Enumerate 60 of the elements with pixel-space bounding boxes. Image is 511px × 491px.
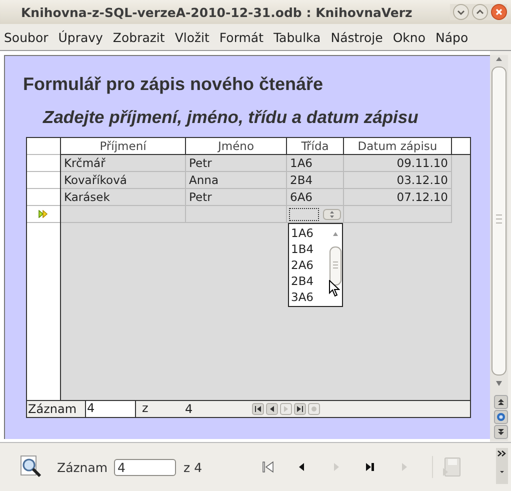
dropdown-option[interactable]: 1B4 [291,241,329,257]
menu-item[interactable]: Zobrazit [108,30,170,44]
previous-page-icon[interactable] [494,395,508,409]
table-cell: 07.12.10 [344,189,452,206]
column-header[interactable]: Datum zápisu [344,138,452,154]
next-page-icon[interactable] [494,425,508,439]
minimize-icon[interactable] [453,4,469,20]
toolbar-overflow-button[interactable] [496,448,508,484]
table-cell: Kovaříková [61,172,186,189]
dropdown-option[interactable]: 2A6 [291,257,329,273]
dropdown-option[interactable]: 3A6 [291,289,329,305]
table-cell[interactable] [61,206,186,223]
maximize-icon[interactable] [472,4,488,20]
menu-item[interactable]: Tabulka [268,30,326,44]
column-header[interactable]: Příjmení [61,138,186,154]
menu-item[interactable]: Vložit [170,30,214,44]
record-count: z 4 [184,460,202,474]
record-label: Záznam [57,460,108,474]
window-title: Knihovna-z-SQL-verzeA-2010-12-31.odb : KnihovnaVerz [21,4,412,20]
last-record-icon[interactable] [364,461,376,473]
table-cell: Petr [186,189,287,206]
mouse-cursor-icon [329,280,340,297]
table-cell[interactable] [186,206,287,223]
table-cell: Krčmář [61,155,186,172]
table-cell: Petr [186,155,287,172]
search-icon[interactable] [19,455,43,479]
record-number-field[interactable]: 4 [114,458,176,476]
first-record-icon[interactable] [252,403,264,415]
close-icon[interactable] [491,4,507,20]
first-record-icon[interactable] [262,461,274,473]
menu-item[interactable]: Úpravy [53,30,108,44]
column-header[interactable]: Jméno [186,138,287,154]
menu-item[interactable]: Okno [388,30,430,44]
dropdown-option[interactable]: 2B4 [291,273,329,289]
menu-item[interactable]: Formát [214,30,268,44]
navigator-icon[interactable] [494,410,508,424]
record-count: 4 [185,402,194,416]
form-subheading: Zadejte příjmení, jméno, třídu a datum zápisu [43,107,420,128]
column-header[interactable]: Třída [287,138,344,154]
record-label: Záznam [27,402,78,416]
form-heading: Formulář pro zápis nového čtenáře [23,74,324,95]
table-cell: 2B4 [287,172,344,189]
last-record-icon[interactable] [294,403,306,415]
dropdown-option[interactable]: 1A6 [291,225,329,241]
table-cell[interactable] [344,206,452,223]
class-combo-box[interactable] [289,207,341,221]
record-number-field[interactable]: 4 [85,401,135,417]
new-row-icon [38,210,49,218]
table-cell: 03.12.10 [344,172,452,189]
scrollbar-drawing[interactable] [490,55,508,441]
prev-record-icon[interactable] [266,403,278,415]
of-label: z [135,401,185,417]
table-cell: Karásek [61,189,186,206]
table-cell: 1A6 [287,155,344,172]
table-cell: Anna [186,172,287,189]
menu-item[interactable]: Soubor [0,30,54,44]
menu-item[interactable]: Nápo [430,30,474,44]
table-cell: 09.11.10 [344,155,452,172]
table-cell: 6A6 [287,189,344,206]
menu-item[interactable]: Nástroje [326,30,388,44]
